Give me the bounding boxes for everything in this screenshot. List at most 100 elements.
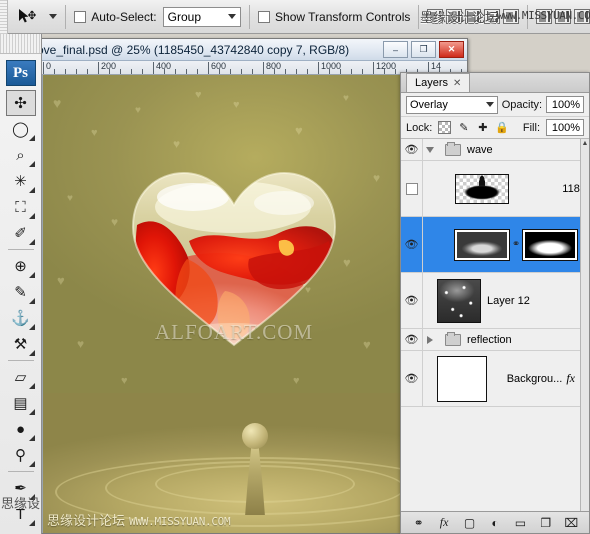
document-title-bar[interactable]: ove_final.psd @ 25% (1185450_43742840 co… (29, 39, 467, 61)
close-icon[interactable]: ✕ (453, 78, 461, 89)
gradient-tool-icon[interactable]: ▤ (6, 390, 36, 416)
layer-thumbnail[interactable] (437, 278, 481, 323)
healing-brush-tool-icon[interactable]: ⊕ (6, 253, 36, 279)
auto-select-checkbox[interactable] (74, 10, 87, 23)
clone-stamp-tool-icon[interactable]: ⚓ (6, 305, 36, 331)
adjustment-layer-button[interactable]: ◐ (486, 515, 504, 531)
layer-visibility-toggle[interactable]: 👁 (401, 216, 423, 273)
auto-select-control[interactable]: Auto-Select: (74, 10, 157, 24)
lock-position-icon[interactable]: ✚ (476, 121, 489, 134)
layer-thumbnail[interactable] (437, 355, 487, 402)
fill-input[interactable]: 100% (546, 119, 584, 136)
move-tool-icon[interactable] (12, 3, 44, 31)
show-transform-control[interactable]: Show Transform Controls (258, 10, 410, 24)
layer-row[interactable]: 👁 reflection (401, 328, 589, 351)
tool-submenu-triangle-icon[interactable] (28, 161, 35, 167)
tool-submenu-triangle-icon[interactable] (28, 409, 35, 415)
blend-mode-dropdown[interactable]: Overlay (406, 95, 498, 114)
bokeh-heart-icon: ♥ (57, 273, 65, 288)
tool-submenu-triangle-icon[interactable] (28, 435, 35, 441)
align-horizontal-centers-icon[interactable] (446, 9, 463, 24)
layers-scrollbar[interactable]: ▲ (580, 139, 589, 511)
lock-all-icon[interactable]: 🔒 (495, 121, 509, 134)
window-buttons: – ❐ ✕ (383, 41, 464, 58)
crop-tool-icon[interactable]: ⛶ (6, 194, 36, 220)
chevron-down-icon (228, 14, 237, 19)
layer-visibility-toggle[interactable] (401, 160, 423, 217)
blur-tool-icon[interactable]: ● (6, 416, 36, 442)
magic-wand-tool-icon[interactable]: ✳ (6, 168, 36, 194)
ruler-tick-label: 1200 (376, 61, 397, 71)
canvas-footer-watermark-cn: 思缘设计论坛 (47, 514, 126, 529)
group-disclosure-toggle[interactable] (423, 146, 437, 153)
delete-layer-button[interactable]: ⌧ (562, 515, 580, 531)
bokeh-heart-icon: ♥ (53, 95, 62, 111)
layer-visibility-toggle[interactable]: 👁 (401, 328, 423, 351)
dodge-tool-icon[interactable]: ⚲ (6, 442, 36, 468)
options-bar-grip[interactable] (0, 0, 9, 34)
tool-submenu-triangle-icon[interactable] (28, 298, 35, 304)
tool-submenu-triangle-icon[interactable] (28, 272, 35, 278)
tool-submenu-triangle-icon[interactable] (28, 520, 35, 526)
layer-row[interactable]: 👁 Backgrou... fx (401, 350, 589, 407)
group-disclosure-toggle[interactable] (423, 335, 437, 344)
history-brush-tool-icon[interactable]: ⚒ (6, 331, 36, 357)
eye-icon: 👁 (404, 373, 419, 385)
align-left-edges-icon[interactable] (427, 9, 444, 24)
maximize-button[interactable]: ❐ (411, 41, 436, 58)
layer-style-fx-button[interactable]: fx (435, 515, 453, 531)
tool-submenu-triangle-icon[interactable] (28, 239, 35, 245)
new-layer-button[interactable]: ❐ (537, 515, 555, 531)
tool-submenu-triangle-icon[interactable] (28, 324, 35, 330)
layer-row[interactable]: 👁 ⚭ (401, 216, 589, 273)
layer-visibility-toggle[interactable]: 👁 (401, 272, 423, 329)
lock-transparency-icon[interactable] (438, 121, 452, 134)
layer-name[interactable]: Backgrou... (501, 373, 563, 385)
toolbox-grip[interactable] (0, 34, 41, 54)
layer-effects-fx-icon[interactable]: fx (566, 371, 575, 386)
lock-image-icon[interactable]: ✎ (457, 121, 470, 134)
move-tool-icon[interactable]: ✣ (5, 90, 36, 116)
minimize-button[interactable]: – (383, 41, 408, 58)
lasso-tool-icon[interactable]: ⌕ (6, 142, 36, 168)
glass-heart-svg (131, 171, 337, 347)
tab-layers-label: Layers (415, 77, 449, 89)
tool-submenu-triangle-icon[interactable] (28, 350, 35, 356)
layer-mask-link-icon[interactable]: ⚭ (512, 238, 520, 251)
path-selection-tool-icon[interactable]: ➤ (6, 527, 36, 534)
layer-thumbnail[interactable] (455, 173, 509, 204)
marquee-tool-icon[interactable]: ◯ (6, 116, 36, 142)
photoshop-logo: Ps (5, 60, 36, 86)
link-layers-button[interactable]: ⚭ (410, 515, 428, 531)
layer-name[interactable]: reflection (461, 334, 512, 346)
eyedropper-tool-icon[interactable]: ✐ (6, 220, 36, 246)
tool-submenu-triangle-icon[interactable] (28, 461, 35, 467)
tool-submenu-triangle-icon[interactable] (28, 383, 35, 389)
tool-submenu-triangle-icon[interactable] (28, 187, 35, 193)
layers-list[interactable]: 👁 wave 118... 👁 ⚭ 👁 Layer 12 👁 reflection 👁 Backgr… (401, 139, 589, 511)
layer-row[interactable]: 👁 Layer 12 (401, 272, 589, 329)
layer-name[interactable]: Layer 12 (481, 295, 530, 307)
layer-visibility-toggle[interactable]: 👁 (401, 350, 423, 407)
add-layer-mask-button[interactable]: ▢ (461, 515, 479, 531)
show-transform-checkbox[interactable] (258, 10, 271, 23)
new-group-button[interactable]: ▭ (511, 515, 529, 531)
tab-layers[interactable]: Layers ✕ (406, 73, 471, 92)
layer-row[interactable]: 118... (401, 160, 589, 217)
layer-name[interactable]: wave (461, 144, 493, 156)
scroll-up-arrow-icon[interactable]: ▲ (581, 139, 589, 148)
auto-select-dropdown[interactable]: Group (162, 6, 242, 27)
opacity-input[interactable]: 100% (546, 96, 584, 113)
tool-submenu-triangle-icon[interactable] (28, 135, 35, 141)
tool-submenu-triangle-icon[interactable] (28, 213, 35, 219)
tool-preset-chevron-down-icon[interactable] (49, 14, 58, 19)
align-right-edges-icon[interactable] (465, 9, 482, 24)
close-button[interactable]: ✕ (439, 41, 464, 58)
eraser-tool-icon[interactable]: ▱ (6, 364, 36, 390)
layer-visibility-toggle[interactable]: 👁 (401, 139, 423, 161)
brush-tool-icon[interactable]: ✎ (6, 279, 36, 305)
layer-mask-thumbnail[interactable] (522, 228, 578, 261)
layer-thumbnail[interactable] (454, 228, 510, 261)
toolbox-watermark: 思缘设 (1, 497, 41, 512)
layer-row[interactable]: 👁 wave (401, 139, 589, 161)
